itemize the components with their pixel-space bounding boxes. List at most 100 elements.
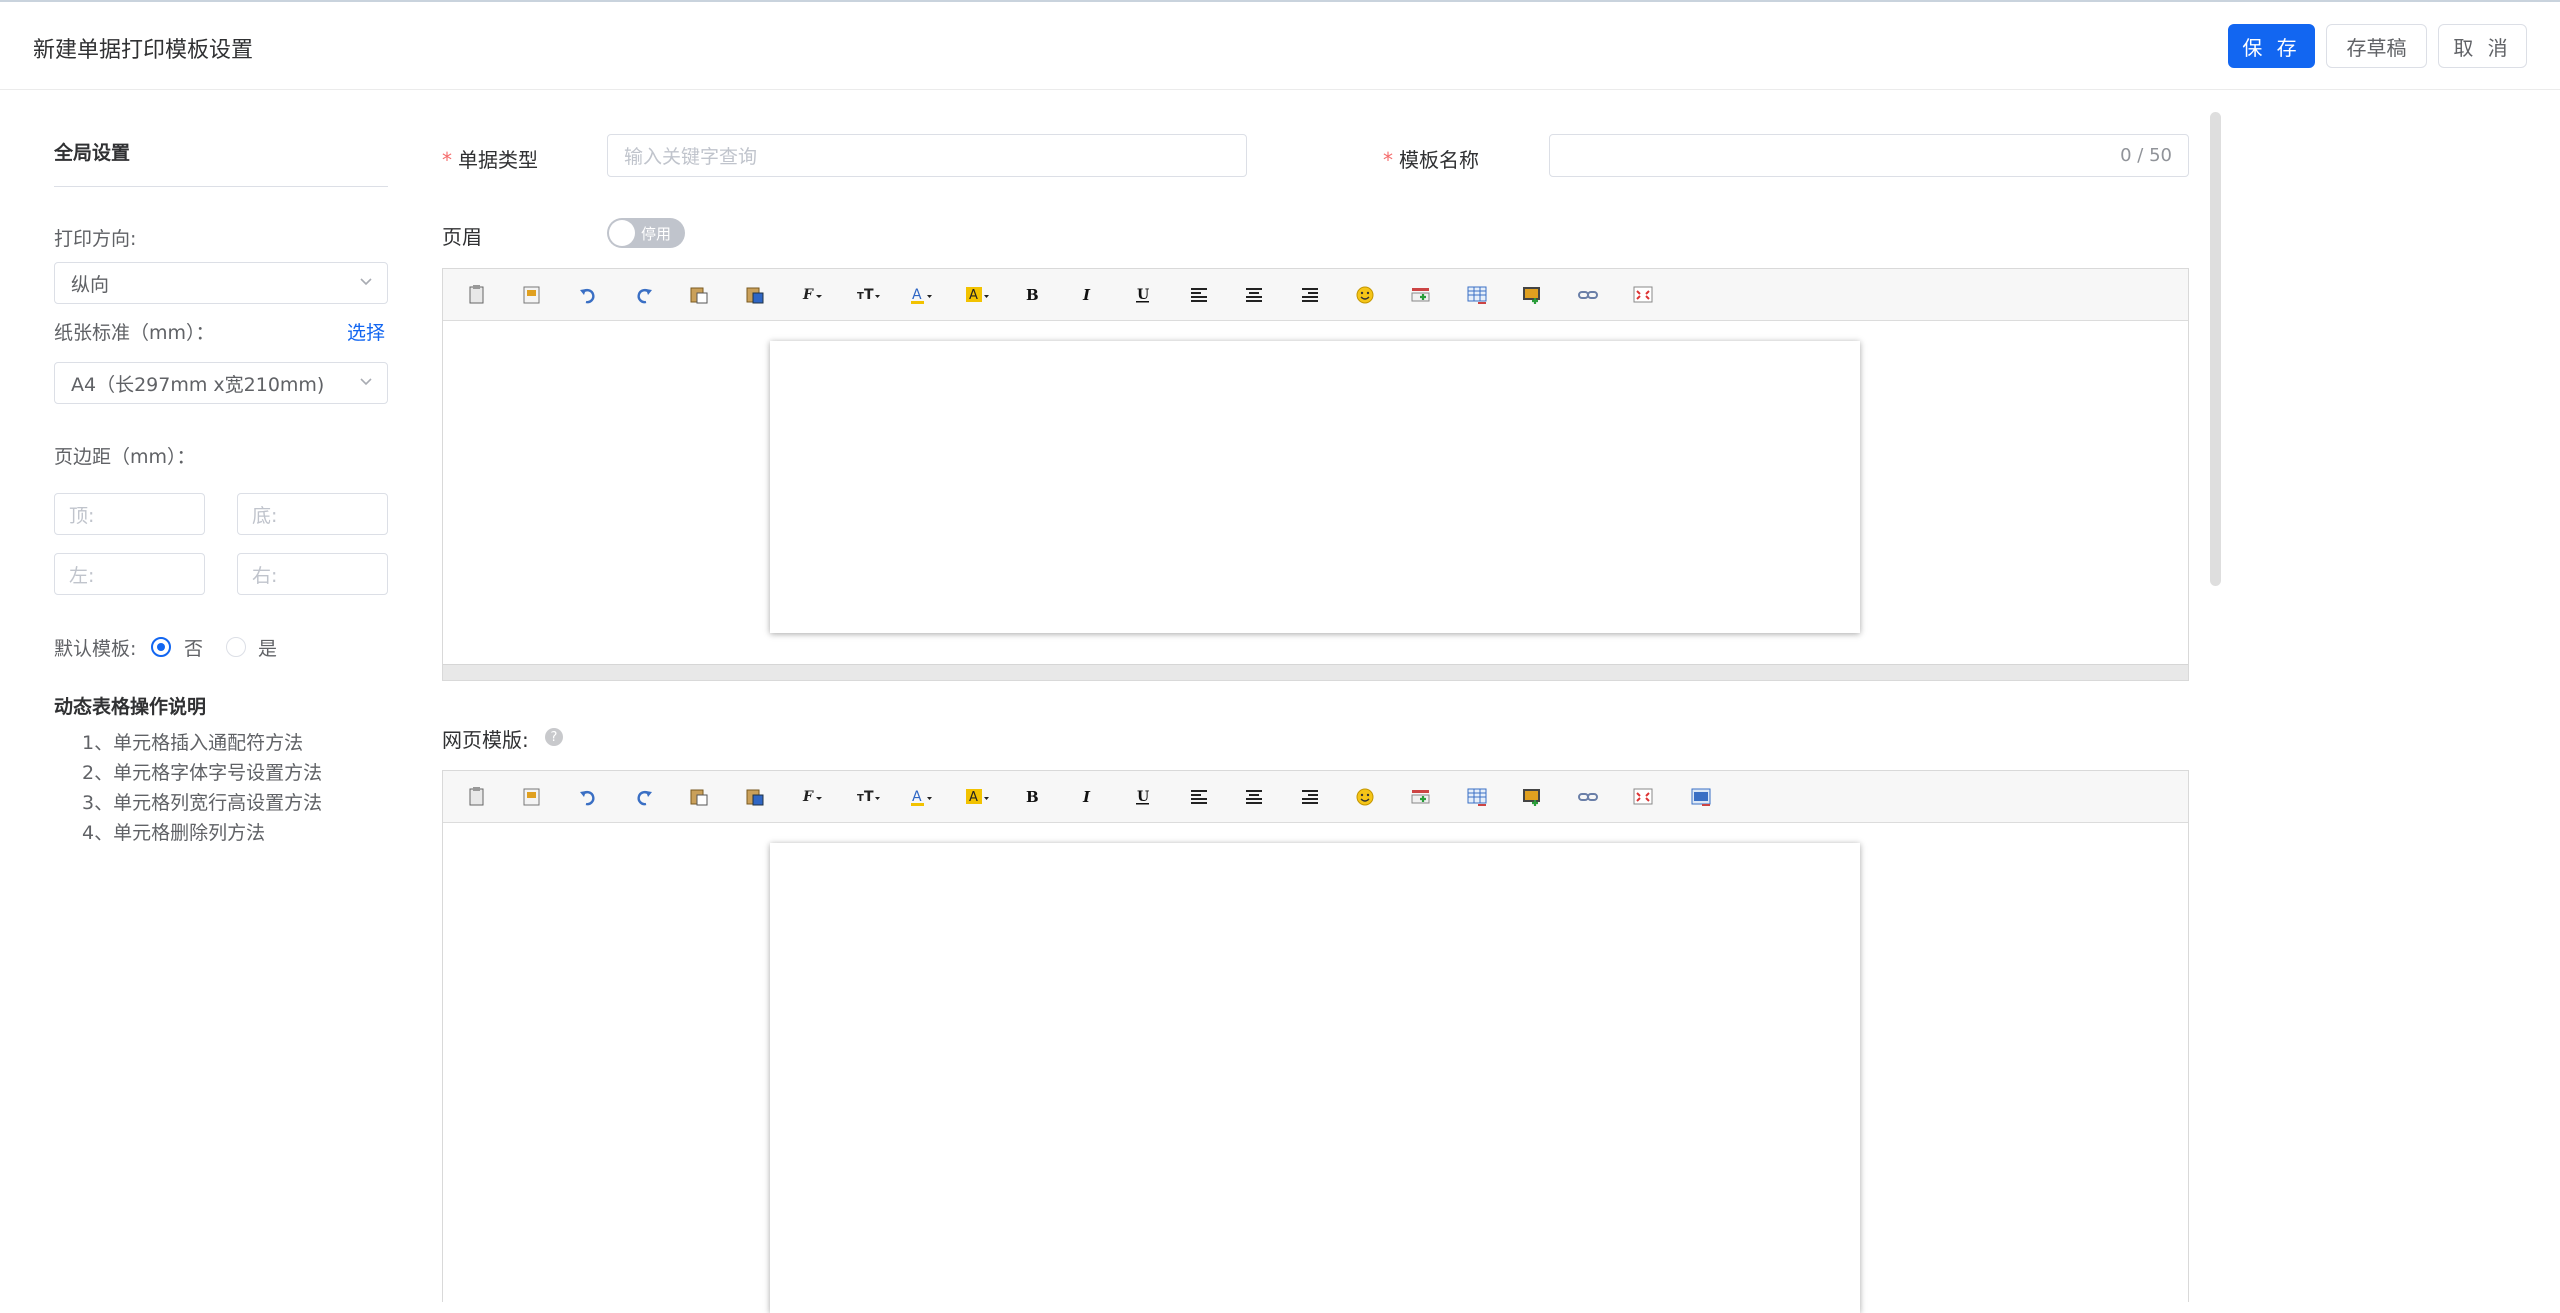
align-center-icon[interactable] xyxy=(1241,784,1267,810)
header-paper-canvas[interactable] xyxy=(770,341,1860,633)
page-header-toggle[interactable]: 停用 xyxy=(607,218,685,248)
paper-standard-label: 纸张标准（mm）： xyxy=(54,322,215,344)
svg-text:U: U xyxy=(1137,789,1149,805)
font-family-icon[interactable]: F xyxy=(800,784,826,810)
help-link-wildcard[interactable]: 1、单元格插入通配符方法 xyxy=(82,728,303,755)
insert-row-icon[interactable] xyxy=(1408,784,1434,810)
template-name-input[interactable]: 0 / 50 xyxy=(1549,134,2189,177)
highlight-icon[interactable]: A xyxy=(965,282,991,308)
paste-icon[interactable] xyxy=(686,784,712,810)
clipboard-icon[interactable] xyxy=(464,282,490,308)
margin-left-input[interactable]: 左: xyxy=(54,553,205,595)
paste-word-icon[interactable] xyxy=(742,282,768,308)
preview-icon[interactable] xyxy=(1688,784,1714,810)
align-right-icon[interactable] xyxy=(1297,282,1323,308)
svg-text:T: T xyxy=(864,789,874,805)
font-size-icon[interactable]: TT xyxy=(856,282,882,308)
toggle-label: 停用 xyxy=(641,225,672,243)
italic-icon[interactable]: I xyxy=(1075,282,1101,308)
redo-icon[interactable] xyxy=(631,282,657,308)
link-icon[interactable] xyxy=(1575,784,1601,810)
web-template-label: 网页模版: xyxy=(442,728,529,752)
help-icon[interactable]: ? xyxy=(545,728,563,746)
image-icon[interactable] xyxy=(1519,282,1545,308)
underline-icon[interactable]: U xyxy=(1130,784,1156,810)
doc-type-input[interactable]: 输入关键字查询 xyxy=(607,134,1247,177)
image-icon[interactable] xyxy=(1519,784,1545,810)
default-no-radio[interactable] xyxy=(151,637,171,657)
svg-text:B: B xyxy=(1026,788,1039,806)
redo-icon[interactable] xyxy=(631,784,657,810)
orientation-select[interactable]: 纵向 xyxy=(54,262,388,304)
font-color-icon[interactable]: A xyxy=(909,282,935,308)
svg-text:F: F xyxy=(802,287,814,303)
undo-icon[interactable] xyxy=(575,282,601,308)
paste-icon[interactable] xyxy=(686,282,712,308)
chevron-down-icon xyxy=(360,378,372,386)
table-icon[interactable] xyxy=(1464,784,1490,810)
insert-row-icon[interactable] xyxy=(1408,282,1434,308)
template-name-label: * 模板名称 xyxy=(1383,144,1479,173)
bold-icon[interactable]: B xyxy=(1019,282,1045,308)
clipboard-icon[interactable] xyxy=(464,784,490,810)
paper-size-value: A4（长297mm x宽210mm) xyxy=(71,373,325,396)
required-mark: * xyxy=(442,148,452,172)
fullscreen-icon[interactable] xyxy=(1630,784,1656,810)
highlight-icon[interactable]: A xyxy=(965,784,991,810)
doc-type-label: * 单据类型 xyxy=(442,144,538,173)
svg-text:U: U xyxy=(1137,287,1149,303)
svg-text:B: B xyxy=(1026,286,1039,304)
fullscreen-icon[interactable] xyxy=(1630,282,1656,308)
paper-size-select[interactable]: A4（长297mm x宽210mm) xyxy=(54,362,388,404)
help-link-delete-col[interactable]: 4、单元格删除列方法 xyxy=(82,818,265,845)
emoji-icon[interactable] xyxy=(1352,784,1378,810)
margin-right-input[interactable]: 右: xyxy=(237,553,388,595)
svg-text:A: A xyxy=(969,790,978,805)
template-icon[interactable] xyxy=(519,282,545,308)
char-counter: 0 / 50 xyxy=(2120,145,2172,166)
chevron-down-icon xyxy=(360,278,372,286)
emoji-icon[interactable] xyxy=(1352,282,1378,308)
underline-icon[interactable]: U xyxy=(1130,282,1156,308)
margin-top-input[interactable]: 顶: xyxy=(54,493,205,535)
table-icon[interactable] xyxy=(1464,282,1490,308)
help-link-font[interactable]: 2、单元格字体字号设置方法 xyxy=(82,758,322,785)
help-link-colwidth[interactable]: 3、单元格列宽行高设置方法 xyxy=(82,788,322,815)
page-margin-label: 页边距（mm）： xyxy=(54,446,196,468)
template-name-label-text: 模板名称 xyxy=(1399,148,1479,172)
scrollbar-thumb[interactable] xyxy=(2210,112,2221,586)
paper-select-link[interactable]: 选择 xyxy=(347,318,385,345)
cancel-button[interactable]: 取 消 xyxy=(2438,24,2527,68)
font-color-icon[interactable]: A xyxy=(909,784,935,810)
svg-text:T: T xyxy=(864,287,874,303)
margin-bottom-input[interactable]: 底: xyxy=(237,493,388,535)
web-paper-canvas[interactable] xyxy=(770,843,1860,1313)
svg-text:A: A xyxy=(912,287,922,303)
svg-text:I: I xyxy=(1082,286,1091,304)
font-size-icon[interactable]: TT xyxy=(856,784,882,810)
font-family-icon[interactable]: F xyxy=(800,282,826,308)
svg-text:A: A xyxy=(969,288,978,303)
save-button[interactable]: 保 存 xyxy=(2228,24,2315,68)
align-left-icon[interactable] xyxy=(1186,784,1212,810)
paste-word-icon[interactable] xyxy=(742,784,768,810)
toggle-knob xyxy=(609,220,635,246)
undo-icon[interactable] xyxy=(575,784,601,810)
default-yes-radio[interactable] xyxy=(226,637,246,657)
top-bar: 新建单据打印模板设置 保 存 存草稿 取 消 xyxy=(0,0,2560,90)
default-no-label[interactable]: 否 xyxy=(184,634,203,661)
bold-icon[interactable]: B xyxy=(1019,784,1045,810)
save-draft-button[interactable]: 存草稿 xyxy=(2326,24,2427,68)
italic-icon[interactable]: I xyxy=(1075,784,1101,810)
align-left-icon[interactable] xyxy=(1186,282,1212,308)
doc-type-label-text: 单据类型 xyxy=(458,148,538,172)
editor-status-bar xyxy=(443,664,2188,680)
default-yes-label[interactable]: 是 xyxy=(258,634,277,661)
editor-body[interactable] xyxy=(443,823,2188,1313)
align-right-icon[interactable] xyxy=(1297,784,1323,810)
align-center-icon[interactable] xyxy=(1241,282,1267,308)
template-icon[interactable] xyxy=(519,784,545,810)
link-icon[interactable] xyxy=(1575,282,1601,308)
svg-text:T: T xyxy=(857,793,864,804)
editor-body[interactable] xyxy=(443,321,2188,680)
